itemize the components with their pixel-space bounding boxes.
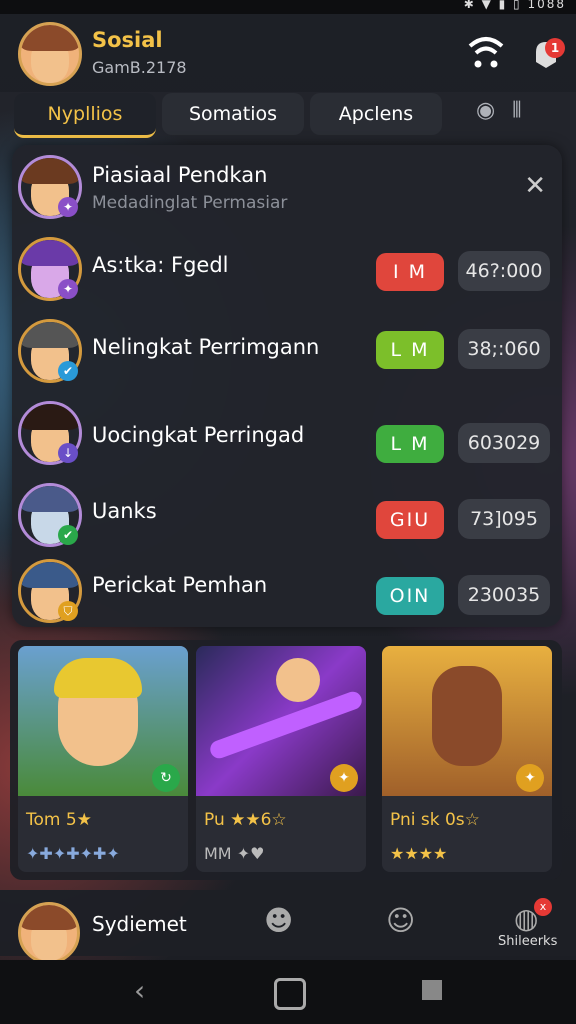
game-card[interactable]: ↻ Tom 5★ ✦✚✦✚✦✚✦ (18, 646, 188, 872)
player-score: 46?:000 (458, 251, 550, 291)
user-avatar[interactable] (18, 22, 82, 86)
home-icon[interactable] (274, 978, 306, 1010)
game-card-title: Tom 5★ (26, 810, 92, 830)
back-icon[interactable]: ‹ (134, 974, 145, 1007)
coin-icon: ✦ (330, 764, 358, 792)
trophy-icon[interactable]: ☻ (264, 904, 293, 937)
shop-badge: x (534, 898, 552, 916)
shield-icon: ⛉ (58, 601, 78, 621)
tab-somatios[interactable]: Somatios (162, 93, 304, 135)
player-tier-badge: L M (376, 425, 444, 463)
player-name: Perickat Pemhan (92, 573, 268, 597)
game-card-title: Pni sk 0s☆ (390, 810, 480, 830)
close-icon[interactable]: ✕ (524, 171, 546, 201)
coin-icon: ✦ (516, 764, 544, 792)
player-score: 73]095 (458, 499, 550, 539)
player-tier-badge: L M (376, 331, 444, 369)
game-card-title: Pu ★★6☆ (204, 810, 287, 830)
shop-label[interactable]: Shileerks (498, 934, 557, 949)
verified-icon: ✔ (58, 525, 78, 545)
game-card-items: ✦✚✦✚✦✚✦ (26, 844, 120, 863)
player-score: 38;:060 (458, 329, 550, 369)
player-name: Uocingkat Perringad (92, 423, 305, 447)
verified-icon: ✔ (58, 361, 78, 381)
rank-badge-icon: ✦ (58, 197, 78, 217)
bottom-bar: Sydiemet ☻ ☺ ◍ x Shileerks (0, 890, 576, 964)
status-bar: ✱ ▼ ▮ ▯ 1088 (0, 0, 576, 14)
game-card-items: MM ✦♥ (204, 844, 265, 863)
leaderboard-panel: ✦ Piasiaal Pendkan Medadinglat Permasiar… (12, 145, 562, 627)
game-card-rating: ★★★★ (390, 844, 448, 863)
menu-icon[interactable]: ⦀ (512, 98, 522, 123)
rank-badge-icon: ↓ (58, 443, 78, 463)
panel-title: Piasiaal Pendkan (92, 163, 268, 187)
tab-apclens[interactable]: Apclens (310, 93, 442, 135)
app-header: Sosial GamB.2178 1 (0, 14, 576, 92)
player-tier-badge: I M (376, 253, 444, 291)
app-title: Sosial (92, 28, 163, 52)
app-subtitle: GamB.2178 (92, 58, 187, 77)
panel-subtitle: Medadinglat Permasiar (92, 193, 288, 213)
status-icons: ✱ ▼ ▮ ▯ 1088 (463, 0, 566, 11)
social-icon[interactable]: ☺ (386, 904, 415, 937)
game-card[interactable]: ✦ Pu ★★6☆ MM ✦♥ (196, 646, 366, 872)
player-score: 230035 (458, 575, 550, 615)
player-name: Nelingkat Perrimgann (92, 335, 320, 359)
profile-label[interactable]: Sydiemet (92, 912, 187, 936)
tab-nypllios[interactable]: Nypllios (14, 93, 156, 138)
player-tier-badge: GIU (376, 501, 444, 539)
player-score: 603029 (458, 423, 550, 463)
refresh-icon: ↻ (152, 764, 180, 792)
game-cards: ↻ Tom 5★ ✦✚✦✚✦✚✦ ✦ Pu ★★6☆ MM ✦♥ ✦ Pni s… (10, 640, 562, 880)
recents-icon[interactable] (422, 980, 442, 1000)
system-navbar: ‹ (0, 960, 576, 1024)
rank-badge-icon: ✦ (58, 279, 78, 299)
game-card[interactable]: ✦ Pni sk 0s☆ ★★★★ (382, 646, 552, 872)
player-name: Uanks (92, 499, 157, 523)
controller-icon[interactable]: ◉ (476, 98, 495, 123)
wifi-icon[interactable] (466, 32, 506, 72)
player-tier-badge: OIN (376, 577, 444, 615)
notification-badge: 1 (545, 38, 565, 58)
player-name: As:tka: Fgedl (92, 253, 229, 277)
profile-avatar[interactable] (18, 902, 80, 964)
